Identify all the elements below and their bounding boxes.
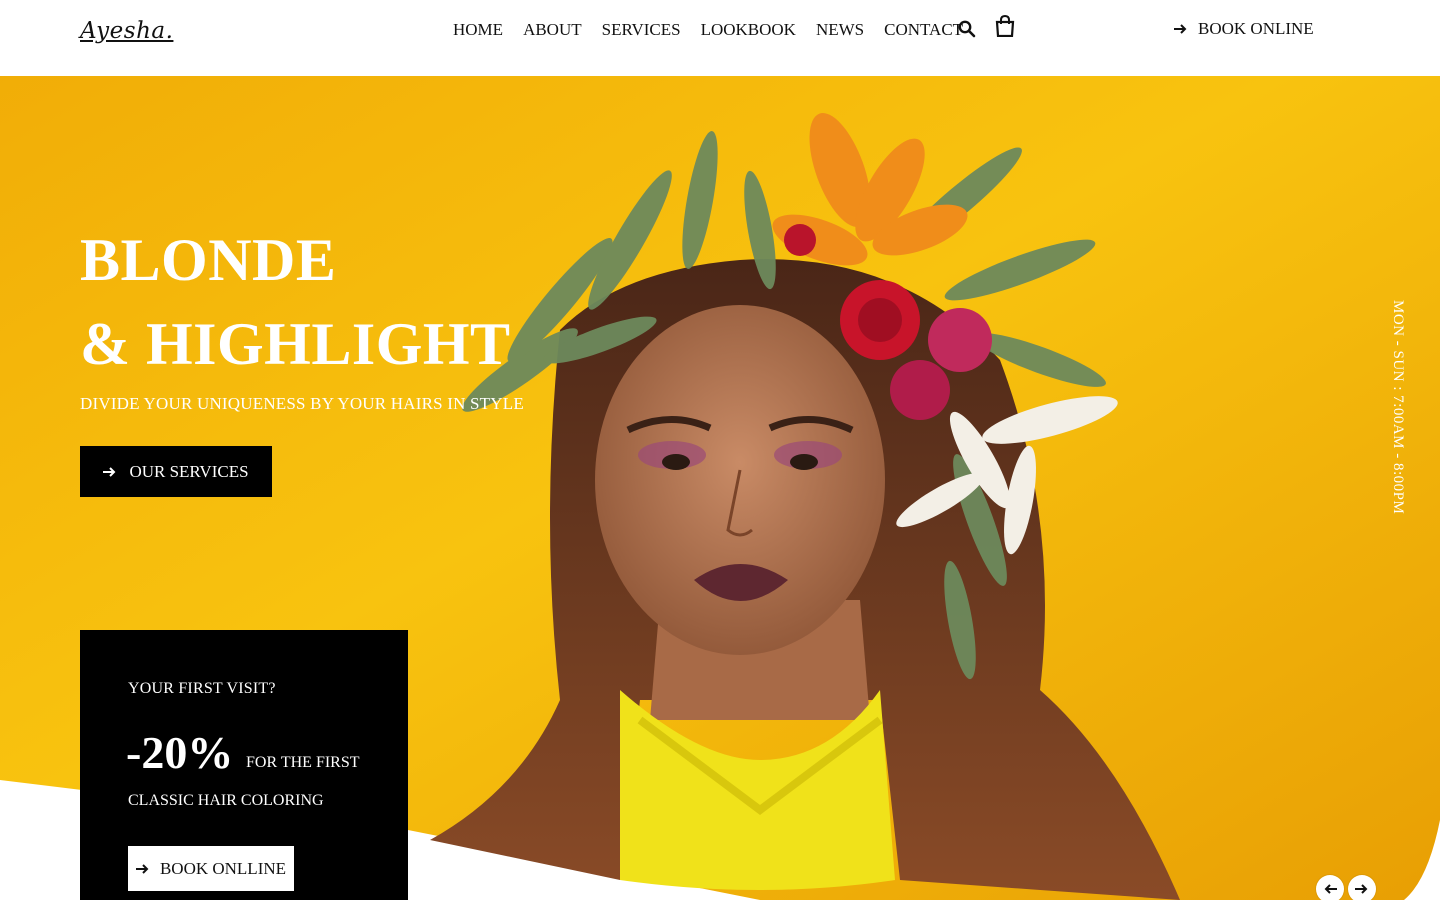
main-nav: HOME ABOUT SERVICES LOOKBOOK NEWS CONTAC… — [453, 20, 983, 40]
hero-section: BLONDE & HIGHLIGHT DIVIDE YOUR UNIQUENES… — [0, 0, 1440, 900]
opening-hours: MON - SUN : 7:00AM - 8:00PM — [1386, 300, 1410, 520]
slider-next-button[interactable] — [1348, 875, 1376, 900]
hero-title-line2: & HIGHLIGHT — [80, 311, 511, 377]
arrow-right-icon — [1355, 884, 1368, 894]
cart-button[interactable] — [994, 14, 1016, 38]
promo-service: CLASSIC HAIR COLORING — [128, 792, 324, 809]
face-shape — [595, 305, 885, 655]
arrow-left-icon — [1324, 884, 1337, 894]
slider-prev-button[interactable] — [1316, 875, 1344, 900]
nav-item-home[interactable]: HOME — [453, 20, 503, 40]
search-icon — [958, 20, 976, 38]
our-services-button[interactable]: OUR SERVICES — [80, 446, 272, 497]
promo-discount-note: FOR THE FIRST — [246, 754, 360, 771]
nav-item-about[interactable]: ABOUT — [523, 20, 582, 40]
promo-question: YOUR FIRST VISIT? — [128, 680, 276, 697]
promo-book-online-button[interactable]: BOOK ONLLINE — [128, 846, 294, 891]
promo-book-online-label: BOOK ONLLINE — [159, 858, 287, 878]
our-services-label: OUR SERVICES — [129, 461, 249, 481]
search-button[interactable] — [956, 17, 978, 41]
first-visit-promo: YOUR FIRST VISIT? -20% FOR THE FIRST CLA… — [80, 630, 408, 900]
arrow-right-icon — [103, 466, 116, 477]
opening-hours-text: MON - SUN : 7:00AM - 8:00PM — [1390, 300, 1406, 515]
header-book-online-label: BOOK ONLINE — [1198, 19, 1314, 38]
promo-discount: -20% — [126, 727, 234, 778]
nav-item-contact[interactable]: CONTACT — [884, 20, 963, 40]
hero-title-line1: BLONDE — [80, 227, 337, 293]
hero-title: BLONDE & HIGHLIGHT — [80, 218, 511, 386]
nav-item-lookbook[interactable]: LOOKBOOK — [701, 20, 796, 40]
hero-subtitle: DIVIDE YOUR UNIQUENESS BY YOUR HAIRS IN … — [80, 394, 524, 413]
nav-item-services[interactable]: SERVICES — [602, 20, 681, 40]
header-book-online-button[interactable]: BOOK ONLINE — [1174, 19, 1314, 39]
arrow-right-icon — [135, 863, 149, 874]
site-header: Ayesha. HOME ABOUT SERVICES LOOKBOOK NEW… — [0, 0, 1440, 76]
shopping-bag-icon — [995, 15, 1015, 37]
nav-item-news[interactable]: NEWS — [816, 20, 864, 40]
arrow-right-icon — [1174, 24, 1187, 34]
logo[interactable]: Ayesha. — [80, 18, 173, 44]
